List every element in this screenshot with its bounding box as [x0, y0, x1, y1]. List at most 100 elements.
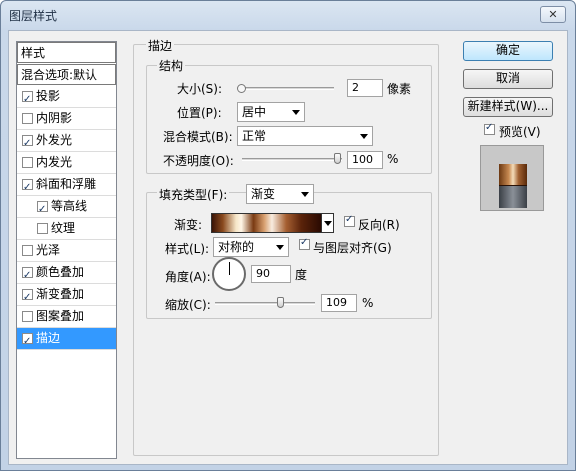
cancel-button[interactable]: 取消	[463, 69, 553, 89]
angle-label: 角度(A):	[165, 270, 211, 284]
size-unit: 像素	[387, 82, 412, 96]
angle-input[interactable]: 90	[251, 265, 291, 283]
style-item-checkbox[interactable]	[22, 89, 33, 110]
style-item-checkbox[interactable]	[22, 287, 33, 308]
position-value: 居中	[242, 105, 267, 119]
style-item[interactable]: 光泽	[17, 240, 116, 262]
style-item-checkbox[interactable]	[22, 177, 33, 198]
opacity-label: 不透明度(O):	[163, 154, 234, 168]
style-item-label: 内发光	[36, 155, 73, 169]
scale-slider-knob[interactable]	[277, 297, 284, 308]
style-item-label: 等高线	[51, 199, 88, 213]
layer-style-dialog: 图层样式 ✕ 样式 混合选项:默认 投影内阴影外发光内发光斜面和浮雕等高线纹理光…	[0, 0, 576, 471]
size-slider-knob[interactable]	[237, 84, 246, 93]
ok-button[interactable]: 确定	[463, 41, 553, 61]
style-item-checkbox[interactable]	[22, 113, 33, 124]
gradient-swatch[interactable]	[211, 213, 322, 233]
angle-dial-hand	[229, 262, 230, 275]
style-item[interactable]: 内发光	[17, 152, 116, 174]
style-item[interactable]: 颜色叠加	[17, 262, 116, 286]
style-item-checkbox[interactable]	[22, 331, 33, 352]
chevron-down-icon	[301, 192, 309, 197]
close-icon: ✕	[548, 8, 558, 21]
opacity-input[interactable]: 100	[347, 151, 383, 169]
style-item-checkbox[interactable]	[22, 265, 33, 286]
size-label: 大小(S):	[177, 82, 223, 96]
chevron-down-icon	[276, 245, 284, 250]
gradient-dropdown[interactable]	[322, 213, 334, 233]
blend-mode-label: 混合模式(B):	[163, 130, 233, 144]
style-item-label: 纹理	[51, 221, 76, 235]
style-item[interactable]: 外发光	[17, 130, 116, 154]
blend-options-item[interactable]: 混合选项:默认	[17, 64, 116, 85]
style-item[interactable]: 投影	[17, 86, 116, 110]
new-style-button[interactable]: 新建样式(W)...	[463, 97, 553, 117]
style-item-label: 投影	[36, 89, 61, 103]
preview-bottom	[499, 186, 527, 208]
styles-header-label: 样式	[21, 46, 46, 60]
size-input[interactable]: 2	[347, 79, 383, 97]
fill-type-value: 渐变	[251, 187, 276, 201]
reverse-checkbox[interactable]	[344, 214, 355, 227]
chevron-down-icon	[360, 134, 368, 139]
angle-unit: 度	[295, 268, 308, 282]
angle-dial[interactable]	[212, 257, 246, 291]
scale-unit: %	[362, 296, 374, 310]
style-item-label: 光泽	[36, 243, 61, 257]
window-title: 图层样式	[9, 9, 58, 23]
styles-list: 样式 混合选项:默认 投影内阴影外发光内发光斜面和浮雕等高线纹理光泽颜色叠加渐变…	[16, 41, 117, 459]
style-item-label: 颜色叠加	[36, 265, 85, 279]
style-label: 样式(L):	[165, 242, 210, 256]
style-item[interactable]: 斜面和浮雕	[17, 174, 116, 198]
style-item-checkbox[interactable]	[37, 223, 48, 234]
gradient-style-select[interactable]: 对称的	[213, 237, 289, 257]
align-layer-checkbox[interactable]	[299, 237, 310, 250]
style-preview-swatch	[480, 145, 544, 211]
blend-mode-select[interactable]: 正常	[237, 126, 373, 146]
fill-type-label: 填充类型(F):	[157, 186, 230, 203]
style-item[interactable]: 等高线	[17, 196, 116, 220]
style-item[interactable]: 图案叠加	[17, 306, 116, 328]
preview-label: 预览(V)	[499, 125, 541, 139]
scale-label: 缩放(C):	[165, 298, 211, 312]
opacity-slider[interactable]	[242, 158, 342, 161]
style-item-checkbox[interactable]	[22, 245, 33, 256]
reverse-label: 反向(R)	[358, 218, 400, 232]
preview-checkbox[interactable]	[484, 122, 495, 135]
position-select[interactable]: 居中	[237, 102, 305, 122]
style-item[interactable]: 渐变叠加	[17, 284, 116, 308]
style-item-label: 图案叠加	[36, 309, 85, 323]
close-button[interactable]: ✕	[540, 6, 566, 23]
style-item[interactable]: 内阴影	[17, 108, 116, 130]
style-item-label: 内阴影	[36, 111, 73, 125]
scale-input[interactable]: 109	[321, 294, 357, 312]
style-item[interactable]: 纹理	[17, 218, 116, 240]
blend-options-label: 混合选项:默认	[21, 68, 98, 82]
fill-type-select[interactable]: 渐变	[246, 184, 314, 204]
style-item-checkbox[interactable]	[22, 311, 33, 322]
size-slider[interactable]	[242, 87, 334, 90]
style-item-checkbox[interactable]	[22, 133, 33, 154]
style-item-checkbox[interactable]	[37, 199, 48, 220]
style-item-checkbox[interactable]	[22, 157, 33, 168]
scale-slider[interactable]	[215, 302, 315, 305]
styles-list-header[interactable]: 样式	[17, 42, 116, 63]
title-bar[interactable]: 图层样式 ✕	[1, 1, 575, 29]
style-item[interactable]: 描边	[17, 328, 116, 352]
chevron-down-icon	[292, 110, 300, 115]
structure-title: 结构	[157, 57, 186, 74]
style-item-label: 渐变叠加	[36, 287, 85, 301]
position-label: 位置(P):	[177, 106, 222, 120]
blend-mode-value: 正常	[242, 129, 267, 143]
preview-top	[499, 164, 527, 186]
style-item-label: 斜面和浮雕	[36, 177, 97, 191]
align-layer-label: 与图层对齐(G)	[313, 241, 392, 255]
gradient-style-value: 对称的	[218, 240, 255, 254]
style-item-label: 描边	[36, 331, 61, 345]
dialog-body: 样式 混合选项:默认 投影内阴影外发光内发光斜面和浮雕等高线纹理光泽颜色叠加渐变…	[8, 30, 568, 465]
style-item-label: 外发光	[36, 133, 73, 147]
stroke-group-title: 描边	[146, 37, 175, 54]
gradient-label: 渐变:	[174, 218, 203, 232]
opacity-unit: %	[387, 152, 399, 166]
opacity-slider-knob[interactable]	[334, 153, 341, 164]
